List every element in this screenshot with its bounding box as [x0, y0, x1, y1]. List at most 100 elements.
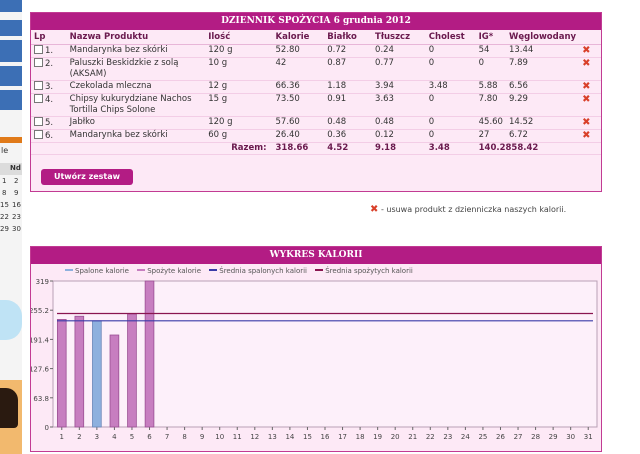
x-mark-icon: ✖ [370, 204, 379, 215]
bar-burned[interactable] [92, 320, 102, 428]
promo-badge[interactable] [0, 300, 22, 340]
row-checkbox[interactable] [34, 58, 43, 67]
x-tick-label: 30 [566, 433, 575, 441]
glycemic-index: 54 [475, 44, 506, 58]
quantity: 120 g [205, 116, 273, 130]
x-tick-label: 12 [250, 433, 259, 441]
row-number: 5. [31, 116, 67, 130]
bar-consumed[interactable] [144, 280, 155, 428]
delete-row-icon[interactable]: ✖ [582, 94, 590, 105]
total-kcal: 318.66 [272, 142, 325, 155]
x-tick-label: 4 [112, 433, 117, 441]
calories: 66.36 [272, 80, 325, 94]
calories: 26.40 [272, 129, 325, 143]
x-tick-label: 18 [356, 433, 365, 441]
glycemic-index: 7.80 [475, 93, 506, 117]
column-header: Białko [324, 30, 373, 45]
calendar-day[interactable]: 22 [0, 213, 9, 221]
carbohydrates: 6.56 [505, 80, 580, 94]
y-tick-label: 127.6 [31, 366, 50, 374]
carbohydrates: 14.52 [505, 116, 580, 130]
create-set-button[interactable]: Utwórz zestaw [41, 169, 133, 185]
row-checkbox[interactable] [34, 81, 43, 90]
y-tick-label: 63.8 [33, 395, 49, 403]
y-tick-label: 319 [36, 278, 49, 286]
protein: 0.91 [324, 93, 373, 117]
delete-row-icon[interactable]: ✖ [582, 45, 590, 56]
delete-row-icon[interactable]: ✖ [582, 117, 590, 128]
protein: 0.87 [324, 57, 373, 81]
calorie-chart: 063.8127.6191.4255.23191 2 3 4 5 6 7 8 9 10 11 12 13… [31, 278, 598, 441]
x-tick-label: 10 [215, 433, 224, 441]
table-row: 1. Mandarynka bez skórki 120 g 52.80 0.72 0.2… [31, 44, 601, 58]
total-protein: 4.52 [324, 142, 373, 155]
row-number: 3. [31, 80, 67, 94]
product-name: Mandarynka bez skórki [66, 44, 206, 58]
row-checkbox[interactable] [34, 45, 43, 54]
delete-row-icon[interactable]: ✖ [582, 58, 590, 69]
glycemic-index: 0 [475, 57, 506, 81]
sidebar-item[interactable]: w [0, 40, 22, 81]
column-header: Tłuszcz [372, 30, 426, 45]
sidebar-block [0, 0, 22, 12]
carbohydrates: 13.44 [505, 44, 580, 58]
row-checkbox[interactable] [34, 130, 43, 139]
bar-consumed[interactable] [127, 313, 137, 428]
row-checkbox[interactable] [34, 94, 43, 103]
x-tick-label: 17 [338, 433, 347, 441]
row-number: 4. [31, 93, 67, 117]
fat: 3.63 [372, 93, 426, 117]
cholesterol: 0 [425, 93, 476, 117]
quantity: 60 g [205, 129, 273, 143]
row-number: 2. [31, 57, 67, 81]
fat: 0.48 [372, 116, 426, 130]
cholesterol: 0 [425, 57, 476, 81]
sidebar-block [0, 20, 22, 36]
product-name: Mandarynka bez skórki [66, 129, 206, 143]
bar-consumed[interactable] [109, 334, 120, 428]
protein: 0.36 [324, 129, 373, 143]
carbohydrates: 6.72 [505, 129, 580, 143]
column-header: Węglowodany [505, 30, 580, 45]
cholesterol: 0 [425, 44, 476, 58]
calendar-day[interactable]: 23 [12, 213, 21, 221]
x-tick-label: 14 [285, 433, 294, 441]
x-tick-label: 3 [95, 433, 99, 441]
left-sidebar: w le Nd 1 2 8 9 15 16 22 23 29 30 [0, 0, 22, 454]
delete-row-icon[interactable]: ✖ [582, 130, 590, 141]
row-number-label: 3. [45, 82, 54, 92]
calendar-day-header: Nd [10, 164, 21, 172]
row-checkbox[interactable] [34, 117, 43, 126]
calendar-day[interactable]: 30 [12, 225, 21, 233]
x-tick-label: 9 [200, 433, 204, 441]
product-name: Jabłko [66, 116, 206, 130]
fat: 0.77 [372, 57, 426, 81]
sidebar-item-label: le [1, 146, 9, 155]
total-ig-carbs: 140.2858.42 [475, 142, 580, 155]
x-tick-label: 24 [461, 433, 470, 441]
calendar-day[interactable]: 2 [14, 177, 18, 185]
table-row: 6. Mandarynka bez skórki 60 g 26.40 0.36 0.12… [31, 129, 601, 143]
calendar-day[interactable]: 29 [0, 225, 9, 233]
calendar-day[interactable]: 15 [0, 201, 9, 209]
x-tick-label: 21 [408, 433, 417, 441]
calendar-day[interactable]: 1 [2, 177, 6, 185]
bar-consumed[interactable] [56, 319, 67, 428]
column-header: Kalorie [272, 30, 325, 45]
total-fat: 9.18 [372, 142, 426, 155]
calendar-day[interactable]: 8 [2, 189, 6, 197]
x-tick-label: 7 [165, 433, 169, 441]
x-tick-label: 6 [147, 433, 152, 441]
calories: 52.80 [272, 44, 325, 58]
calendar-day[interactable]: 9 [14, 189, 18, 197]
quantity: 10 g [205, 57, 273, 81]
x-tick-label: 29 [549, 433, 558, 441]
fat: 0.24 [372, 44, 426, 58]
calendar-day[interactable]: 16 [12, 201, 21, 209]
glycemic-index: 45.60 [475, 116, 506, 130]
x-tick-label: 22 [426, 433, 435, 441]
bar-consumed[interactable] [74, 315, 85, 428]
delete-row-icon[interactable]: ✖ [582, 81, 590, 92]
row-number-label: 4. [45, 95, 54, 105]
product-name: Chipsy kukurydziane Nachos Tortilla Chip… [66, 93, 206, 117]
